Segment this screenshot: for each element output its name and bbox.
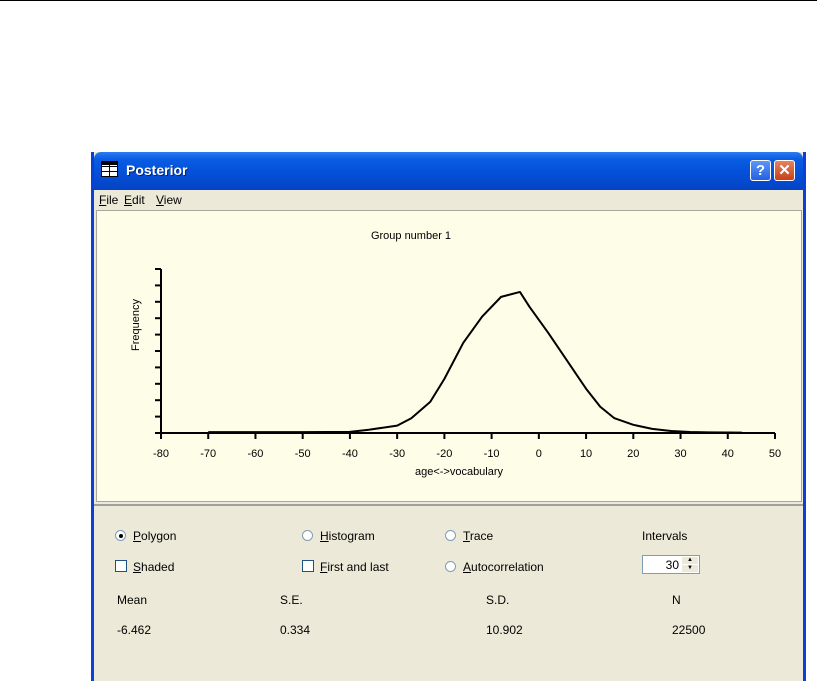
x-tick-label: -50 <box>295 448 311 460</box>
shaded-checkbox-label[interactable]: Shaded <box>133 560 174 574</box>
chart-title: Group number 1 <box>371 230 451 242</box>
x-tick-label: -30 <box>389 448 405 460</box>
x-tick-label: 0 <box>536 448 542 460</box>
intervals-label: Intervals <box>642 529 688 543</box>
x-tick-label: -70 <box>200 448 216 460</box>
spin-down-arrow-icon[interactable]: ▼ <box>682 565 698 572</box>
menu-file-label: ile <box>106 193 119 207</box>
y-axis-label: Frequency <box>130 299 142 351</box>
x-tick-label: 50 <box>769 448 781 460</box>
histogram-text: istogram <box>328 529 375 543</box>
histogram-radio-label[interactable]: Histogram <box>320 529 375 543</box>
title-bar[interactable]: Posterior ? ✕ <box>94 152 803 190</box>
x-tick-label: -20 <box>436 448 452 460</box>
histogram-accel: H <box>320 529 329 543</box>
autocorrelation-accel: A <box>463 560 472 574</box>
x-tick-label: 20 <box>627 448 639 460</box>
first-and-last-checkbox-label[interactable]: First and last <box>320 560 389 574</box>
menu-file[interactable]: File <box>99 193 118 207</box>
menu-edit[interactable]: Edit <box>124 193 145 207</box>
menu-edit-label: dit <box>132 193 145 207</box>
chart-plot-area <box>208 290 742 434</box>
menu-view-label: iew <box>163 193 182 207</box>
autocorrelation-radio[interactable] <box>445 561 456 572</box>
polygon-text: olygon <box>141 529 177 543</box>
close-button[interactable]: ✕ <box>774 160 795 181</box>
intervals-value[interactable]: 30 <box>666 558 679 572</box>
n-label: N <box>672 593 681 607</box>
window-grid-icon[interactable] <box>101 161 118 177</box>
polygon-radio[interactable] <box>115 530 126 541</box>
trace-radio-label[interactable]: Trace <box>463 529 493 543</box>
first-and-last-checkbox[interactable] <box>302 560 314 572</box>
autocorrelation-radio-label[interactable]: Autocorrelation <box>463 560 544 574</box>
x-tick-label: -60 <box>248 448 264 460</box>
sd-label: S.D. <box>486 593 510 607</box>
chart-panel: Group number 1 Frequency age<->vocabular… <box>96 210 802 502</box>
shaded-accel: S <box>133 560 142 574</box>
first-and-last-text: irst and last <box>327 560 389 574</box>
x-axis-label: age<->vocabulary <box>415 466 504 478</box>
posterior-window: Posterior ? ✕ File Edit View Group numbe… <box>91 152 806 681</box>
x-tick-label: -40 <box>342 448 358 460</box>
mean-label: Mean <box>117 593 148 607</box>
autocorrelation-text: utocorrelation <box>471 560 544 574</box>
n-value: 22500 <box>672 623 706 637</box>
posterior-chart: Group number 1 Frequency age<->vocabular… <box>130 230 781 478</box>
x-tick-label: 30 <box>674 448 686 460</box>
x-tick-label: 40 <box>722 448 734 460</box>
x-tick-label: -80 <box>153 448 169 460</box>
intervals-spinner[interactable]: 30 ▲ ▼ <box>642 555 700 574</box>
window-title: Posterior <box>126 162 188 178</box>
menu-edit-accel: E <box>124 193 133 207</box>
shaded-text: haded <box>141 560 175 574</box>
intervals-spinner-buttons: ▲ ▼ <box>682 557 698 572</box>
menu-view[interactable]: View <box>156 193 182 207</box>
menu-bar: File Edit View <box>94 190 803 210</box>
shaded-checkbox[interactable] <box>115 560 127 572</box>
help-button[interactable]: ? <box>750 160 771 181</box>
trace-accel: T <box>463 529 470 543</box>
mean-value: -6.462 <box>117 623 152 637</box>
polygon-radio-label[interactable]: Polygon <box>133 529 176 543</box>
panel-divider <box>94 504 803 506</box>
se-value: 0.334 <box>280 623 311 637</box>
se-label: S.E. <box>280 593 303 607</box>
trace-text: race <box>469 529 494 543</box>
x-tick-label: 10 <box>580 448 592 460</box>
histogram-radio[interactable] <box>302 530 313 541</box>
polygon-accel: P <box>133 529 142 543</box>
x-tick-label: -10 <box>484 448 500 460</box>
spin-up-arrow-icon[interactable]: ▲ <box>682 557 698 564</box>
trace-radio[interactable] <box>445 530 456 541</box>
menu-view-accel: V <box>156 193 164 207</box>
series-line <box>208 290 742 434</box>
page-top-rule <box>0 0 817 1</box>
sd-value: 10.902 <box>486 623 523 637</box>
